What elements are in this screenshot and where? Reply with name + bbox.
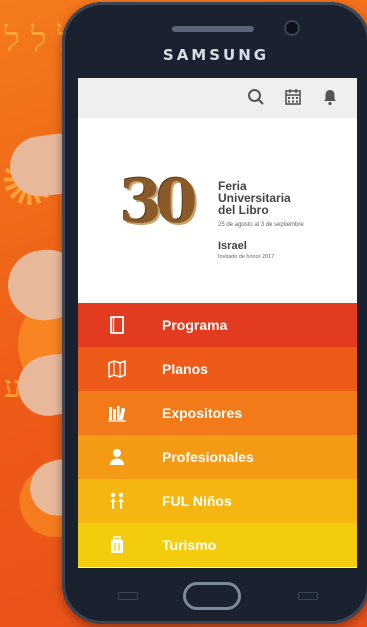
menu-item-label: Profesionales bbox=[162, 449, 254, 465]
menu-item-label: Planos bbox=[162, 361, 208, 377]
guest-note: Invitado de honor 2017 bbox=[218, 254, 275, 260]
event-title-line: del Libro bbox=[218, 203, 269, 217]
event-title: Feria Universitaria del Libro bbox=[218, 180, 348, 216]
event-dates: 25 de agosto al 3 de septiembre bbox=[218, 222, 304, 228]
menu-item-ful-ninos[interactable]: FUL Niños bbox=[78, 479, 357, 523]
app-screen: 30 Feria Universitaria del Libro 25 de a… bbox=[78, 78, 357, 568]
phone-speaker bbox=[172, 26, 254, 32]
menu-item-label: Programa bbox=[162, 317, 228, 333]
menu-item-expositores[interactable]: Expositores bbox=[78, 391, 357, 435]
search-icon[interactable] bbox=[246, 88, 266, 108]
map-icon bbox=[108, 359, 126, 379]
home-button[interactable] bbox=[183, 582, 241, 610]
menu-item-turismo[interactable]: Turismo bbox=[78, 523, 357, 567]
hero-banner: 30 Feria Universitaria del Libro 25 de a… bbox=[78, 118, 357, 303]
phone-camera bbox=[286, 22, 298, 34]
recent-apps-key[interactable] bbox=[118, 592, 138, 600]
menu-item-label: Expositores bbox=[162, 405, 243, 421]
children-icon bbox=[108, 492, 126, 510]
phone-brand: SAMSUNG bbox=[162, 46, 270, 64]
anniversary-logo: 30 bbox=[120, 167, 198, 237]
menu-item-profesionales[interactable]: Profesionales bbox=[78, 435, 357, 479]
luggage-icon bbox=[108, 536, 126, 554]
calendar-icon[interactable] bbox=[283, 88, 303, 108]
back-key[interactable] bbox=[298, 592, 318, 600]
book-icon bbox=[108, 316, 126, 334]
person-icon bbox=[108, 448, 126, 466]
menu-item-label: FUL Niños bbox=[162, 493, 232, 509]
bell-icon[interactable] bbox=[320, 88, 340, 108]
guest-country: Israel bbox=[218, 240, 247, 252]
menu-item-label: Turismo bbox=[162, 537, 217, 553]
books-icon bbox=[108, 404, 126, 422]
menu-item-programa[interactable]: Programa bbox=[78, 303, 357, 347]
main-menu: Programa Planos Expositores Profesionale… bbox=[78, 303, 357, 567]
app-topbar bbox=[78, 78, 357, 118]
menu-item-planos[interactable]: Planos bbox=[78, 347, 357, 391]
